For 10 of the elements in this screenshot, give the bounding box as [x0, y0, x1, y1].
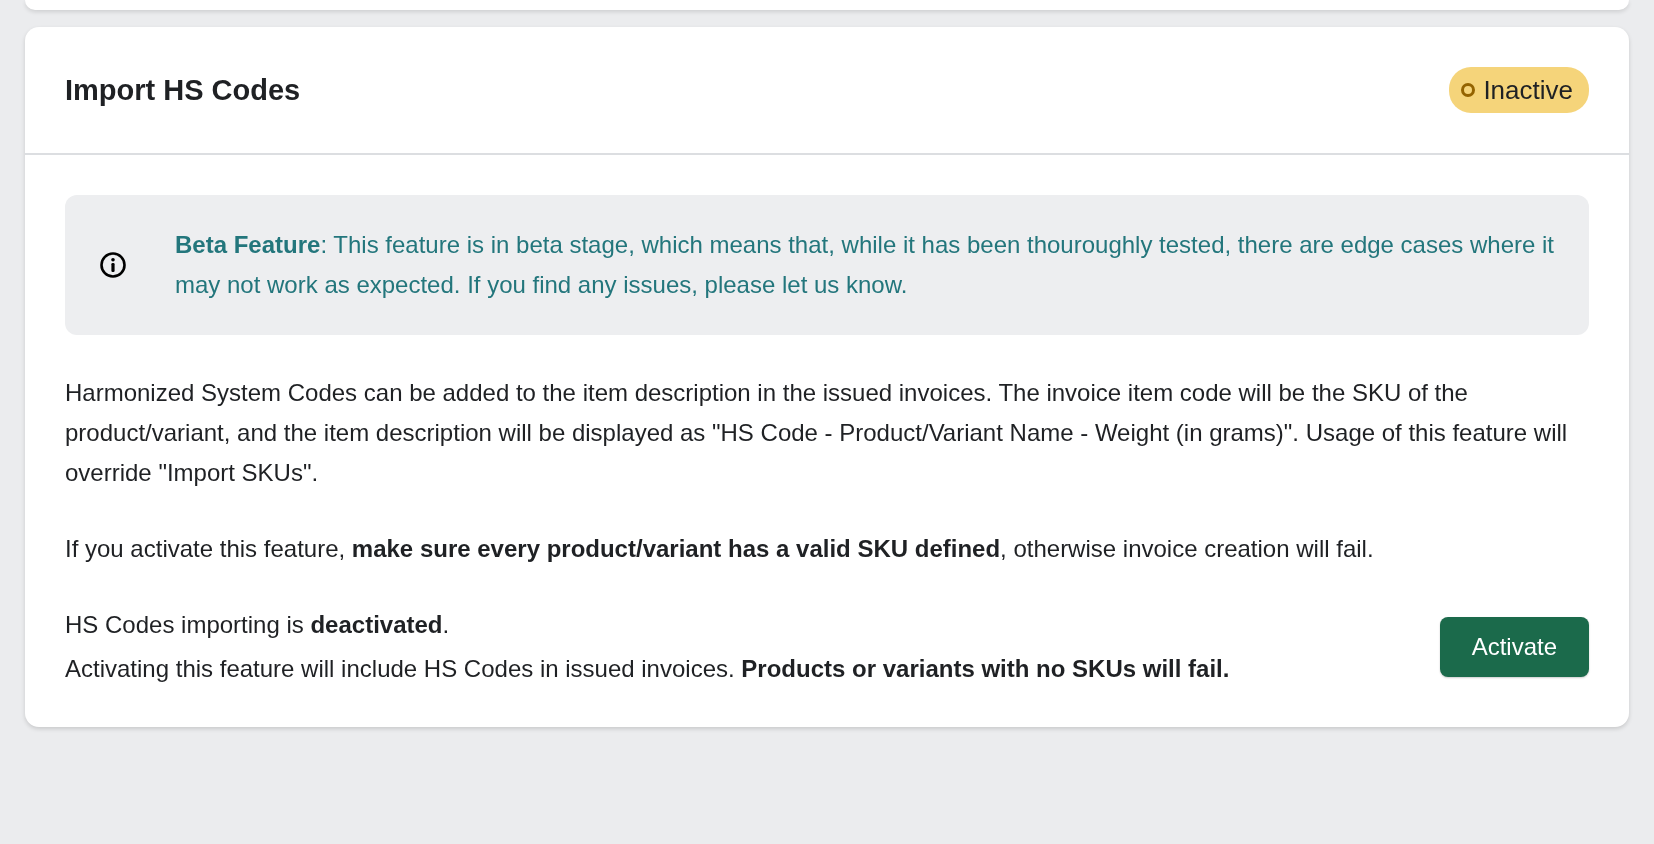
description-text: If you activate this feature, make sure every product/variant has a valid SKU defined, otherwise invoice creation will fail.: [65, 534, 1375, 564]
status-text: HS Codes importing is deactivated.: [65, 610, 451, 640]
status-badge: Inactive: [1449, 67, 1589, 113]
info-icon: [99, 251, 127, 279]
warning-text: Activating this feature will include HS Codes in issued invoices. Products or variants with no SKUs will fail.: [65, 654, 1230, 684]
description-text: Harmonized System Codes can be added to the item description in the issued invoices. The invoice item code will be the SKU of the product/variant, and the item description will be displayed as "HS Code - Product/Variant Name - Weight (in grams)". Usage of this feature will override "Import SKUs".: [65, 378, 1569, 488]
activate-button[interactable]: Activate: [1439, 617, 1589, 677]
status-dot-icon: [1461, 83, 1476, 97]
card-title: Import HS Codes: [65, 72, 301, 108]
notice-text: Beta Feature: This feature is in beta stage, which means that, while it has been thouroughly tested, there are edge cases where it may not work as expected. If you find any issues, please let us know.: [175, 230, 1555, 300]
